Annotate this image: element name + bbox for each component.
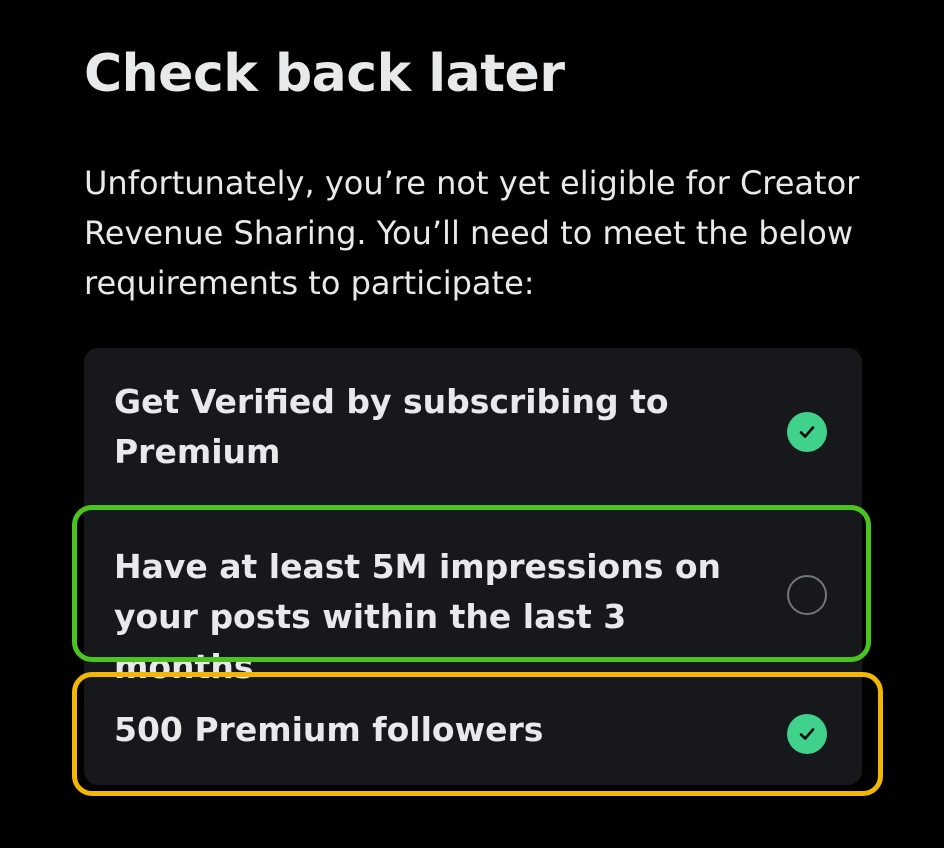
eligibility-description: Unfortunately, you’re not yet eligible f… (84, 164, 860, 302)
highlight-outline-yellow (72, 672, 883, 796)
requirement-item-verified: Get Verified by subscribing to Premium (84, 348, 862, 508)
page-title: Check back later (84, 44, 565, 104)
highlight-outline-green (72, 505, 871, 662)
check-circle-icon (787, 412, 827, 452)
requirement-label: Get Verified by subscribing to Premium (114, 382, 669, 471)
